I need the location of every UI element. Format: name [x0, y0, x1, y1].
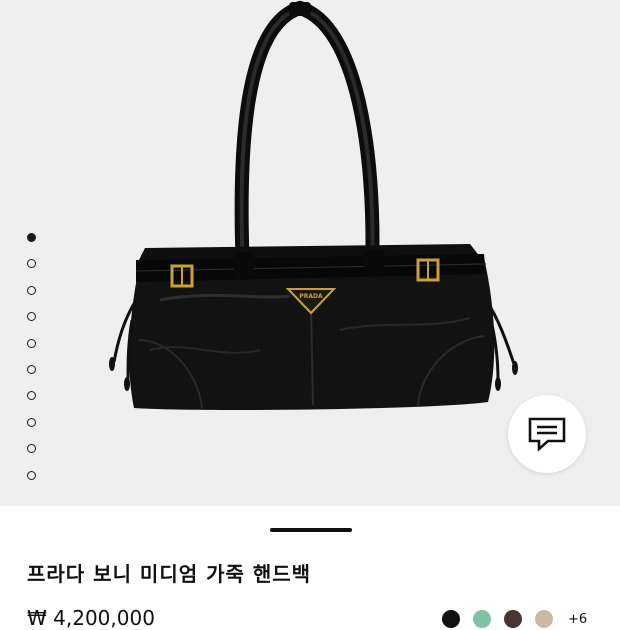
pagination-dot-9[interactable]: [27, 444, 36, 454]
swatch-black[interactable]: [442, 610, 460, 628]
pagination-dot-6[interactable]: [27, 364, 36, 374]
pagination-dot-4[interactable]: [27, 312, 36, 322]
pagination-dot-5[interactable]: [27, 338, 36, 348]
product-info-sheet: 프라다 보니 미디엄 가죽 핸드백 ₩ 4,200,000 +6: [0, 506, 620, 630]
logo-text: PRADA: [299, 293, 323, 300]
more-colors-count[interactable]: +6: [568, 612, 587, 627]
product-price: ₩ 4,200,000: [27, 606, 155, 630]
pagination-dot-8[interactable]: [27, 417, 36, 427]
swatch-beige[interactable]: [535, 610, 553, 628]
chat-bubble-icon: [528, 417, 566, 451]
product-image-gallery[interactable]: PRADA: [0, 0, 620, 506]
image-pagination-dots[interactable]: [27, 233, 37, 497]
pagination-dot-2[interactable]: [27, 259, 36, 269]
product-title: 프라다 보니 미디엄 가죽 핸드백: [27, 562, 312, 586]
sheet-drag-handle[interactable]: [270, 528, 352, 532]
color-swatches: +6: [442, 610, 587, 628]
pagination-dot-10[interactable]: [27, 470, 36, 480]
swatch-brown[interactable]: [504, 610, 522, 628]
pagination-dot-3[interactable]: [27, 285, 36, 295]
pagination-dot-1[interactable]: [27, 233, 36, 242]
chat-button[interactable]: [508, 395, 586, 473]
pagination-dot-7[interactable]: [27, 391, 36, 401]
swatch-green[interactable]: [473, 610, 491, 628]
